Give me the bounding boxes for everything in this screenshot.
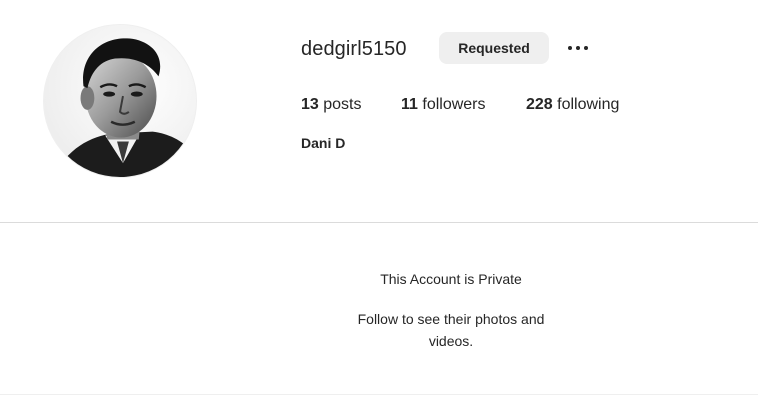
private-subtitle: Follow to see their photos and videos.: [357, 311, 545, 349]
followers-number: 11: [401, 96, 418, 113]
following-label: following: [552, 96, 620, 113]
bottom-divider: [0, 394, 758, 395]
following-link[interactable]: 228 following: [526, 94, 619, 116]
more-options-icon[interactable]: [564, 36, 592, 60]
posts-number: 13: [301, 96, 319, 113]
posts-label: posts: [318, 96, 362, 113]
requested-button[interactable]: Requested: [439, 32, 549, 64]
more-dot: [568, 46, 572, 50]
posts-count: 13 posts: [301, 94, 361, 116]
avatar[interactable]: [43, 24, 197, 178]
avatar-image: [44, 25, 196, 177]
private-account-notice: This Account is Private Follow to see th…: [0, 224, 758, 394]
following-number: 228: [526, 96, 553, 113]
private-title: This Account is Private: [380, 271, 522, 287]
followers-label: followers: [417, 96, 486, 113]
section-divider: [0, 222, 758, 223]
username: dedgirl5150: [301, 38, 407, 60]
more-dot: [584, 46, 588, 50]
profile-header: dedgirl5150 Requested 13 posts 11 follow…: [0, 0, 758, 222]
more-dot: [576, 46, 580, 50]
followers-link[interactable]: 11 followers: [401, 94, 486, 116]
full-name: Dani D: [301, 135, 346, 151]
